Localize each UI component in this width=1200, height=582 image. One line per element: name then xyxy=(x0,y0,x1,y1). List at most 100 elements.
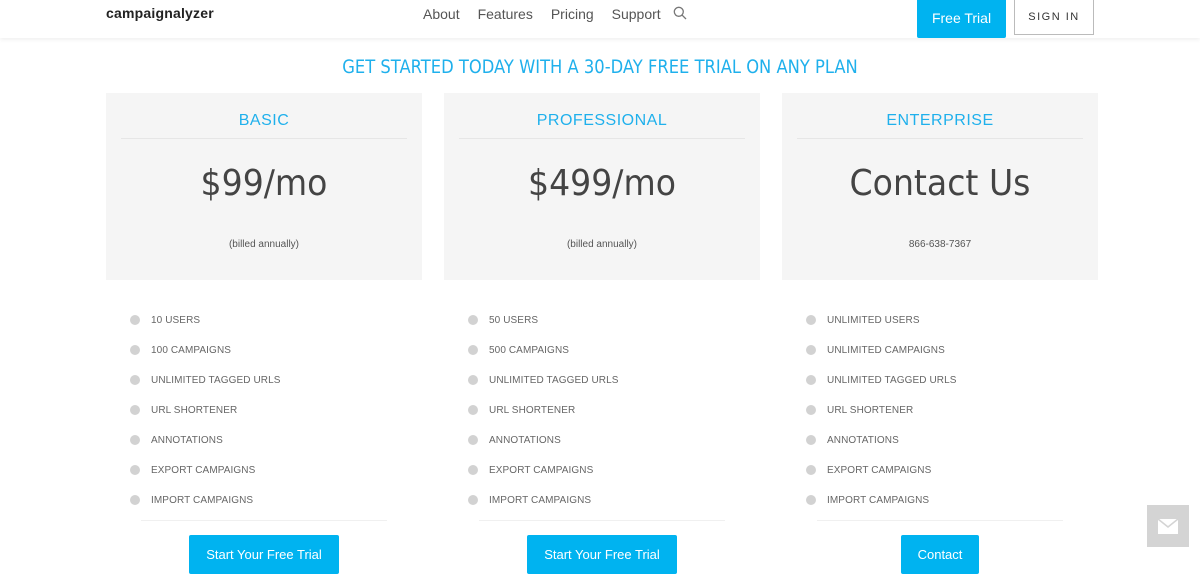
check-icon xyxy=(468,345,478,355)
feature-item: 50 USERS xyxy=(468,305,619,335)
feature-item: UNLIMITED TAGGED URLS xyxy=(806,365,957,395)
nav-support[interactable]: Support xyxy=(612,6,661,22)
feature-item: ANNOTATIONS xyxy=(468,425,619,455)
main-nav: About Features Pricing Support xyxy=(423,6,679,22)
mail-icon xyxy=(1158,518,1178,534)
feature-label: UNLIMITED TAGGED URLS xyxy=(151,374,281,386)
plan-card-professional: PROFESSIONAL $499/mo (billed annually) 5… xyxy=(444,93,760,582)
divider xyxy=(479,520,725,521)
divider xyxy=(797,138,1083,139)
check-icon xyxy=(130,435,140,445)
feature-item: IMPORT CAMPAIGNS xyxy=(468,485,619,515)
nav-features[interactable]: Features xyxy=(478,6,533,22)
plan-card-basic: BASIC $99/mo (billed annually) 10 USERS … xyxy=(106,93,422,582)
feature-label: IMPORT CAMPAIGNS xyxy=(827,494,930,506)
feature-label: UNLIMITED CAMPAIGNS xyxy=(827,344,945,356)
contact-button[interactable]: Contact xyxy=(901,535,979,574)
plan-price: $99/mo xyxy=(200,163,328,204)
contact-phone[interactable]: 866-638-7367 xyxy=(782,239,1098,250)
start-free-trial-button[interactable]: Start Your Free Trial xyxy=(189,535,339,574)
feature-label: URL SHORTENER xyxy=(489,404,576,416)
check-icon xyxy=(806,495,816,505)
check-icon xyxy=(468,315,478,325)
plan-name: ENTERPRISE xyxy=(886,112,994,129)
feature-label: 10 USERS xyxy=(151,314,201,326)
feature-item: EXPORT CAMPAIGNS xyxy=(806,455,957,485)
plan-name: BASIC xyxy=(238,112,290,129)
search-icon[interactable] xyxy=(673,6,687,20)
contact-widget[interactable] xyxy=(1147,505,1189,547)
feature-label: 100 CAMPAIGNS xyxy=(151,344,232,356)
feature-item: 100 CAMPAIGNS xyxy=(130,335,281,365)
check-icon xyxy=(130,495,140,505)
feature-label: 500 CAMPAIGNS xyxy=(489,344,570,356)
feature-label: EXPORT CAMPAIGNS xyxy=(151,464,256,476)
feature-label: 50 USERS xyxy=(489,314,539,326)
free-trial-button[interactable]: Free Trial xyxy=(917,0,1006,38)
feature-item: URL SHORTENER xyxy=(130,395,281,425)
feature-item: URL SHORTENER xyxy=(806,395,957,425)
feature-label: UNLIMITED USERS xyxy=(827,314,920,326)
feature-item: IMPORT CAMPAIGNS xyxy=(806,485,957,515)
feature-label: UNLIMITED TAGGED URLS xyxy=(489,374,619,386)
check-icon xyxy=(130,405,140,415)
start-free-trial-button[interactable]: Start Your Free Trial xyxy=(527,535,677,574)
feature-item: EXPORT CAMPAIGNS xyxy=(468,455,619,485)
check-icon xyxy=(806,315,816,325)
nav-about[interactable]: About xyxy=(423,6,460,22)
feature-item: 10 USERS xyxy=(130,305,281,335)
check-icon xyxy=(806,465,816,475)
feature-item: UNLIMITED USERS xyxy=(806,305,957,335)
check-icon xyxy=(468,465,478,475)
feature-item: UNLIMITED TAGGED URLS xyxy=(468,365,619,395)
sign-in-button[interactable]: SIGN IN xyxy=(1014,0,1094,35)
feature-label: EXPORT CAMPAIGNS xyxy=(489,464,594,476)
check-icon xyxy=(806,435,816,445)
check-icon xyxy=(130,465,140,475)
feature-label: IMPORT CAMPAIGNS xyxy=(151,494,254,506)
check-icon xyxy=(468,435,478,445)
divider xyxy=(459,138,745,139)
check-icon xyxy=(468,405,478,415)
feature-label: URL SHORTENER xyxy=(827,404,914,416)
check-icon xyxy=(468,375,478,385)
feature-item: ANNOTATIONS xyxy=(130,425,281,455)
feature-label: ANNOTATIONS xyxy=(489,434,561,446)
feature-label: URL SHORTENER xyxy=(151,404,238,416)
check-icon xyxy=(130,345,140,355)
check-icon xyxy=(806,345,816,355)
site-header: campaignalyzer About Features Pricing Su… xyxy=(0,0,1200,38)
plan-name: PROFESSIONAL xyxy=(536,112,668,129)
logo[interactable]: campaignalyzer xyxy=(106,5,214,21)
nav-pricing[interactable]: Pricing xyxy=(551,6,594,22)
feature-item: IMPORT CAMPAIGNS xyxy=(130,485,281,515)
check-icon xyxy=(806,375,816,385)
feature-list: UNLIMITED USERS UNLIMITED CAMPAIGNS UNLI… xyxy=(806,305,957,515)
plan-price: $499/mo xyxy=(528,163,676,204)
plan-card-enterprise: ENTERPRISE Contact Us 866-638-7367 UNLIM… xyxy=(782,93,1098,582)
divider xyxy=(141,520,387,521)
feature-item: UNLIMITED TAGGED URLS xyxy=(130,365,281,395)
feature-item: ANNOTATIONS xyxy=(806,425,957,455)
feature-item: URL SHORTENER xyxy=(468,395,619,425)
divider xyxy=(817,520,1063,521)
check-icon xyxy=(130,315,140,325)
check-icon xyxy=(468,495,478,505)
feature-item: EXPORT CAMPAIGNS xyxy=(130,455,281,485)
feature-list: 10 USERS 100 CAMPAIGNS UNLIMITED TAGGED … xyxy=(130,305,281,515)
feature-label: UNLIMITED TAGGED URLS xyxy=(827,374,957,386)
plan-billing-note: (billed annually) xyxy=(228,239,300,250)
feature-list: 50 USERS 500 CAMPAIGNS UNLIMITED TAGGED … xyxy=(468,305,619,515)
plan-price: Contact Us xyxy=(849,163,1031,204)
feature-item: UNLIMITED CAMPAIGNS xyxy=(806,335,957,365)
divider xyxy=(121,138,407,139)
feature-label: EXPORT CAMPAIGNS xyxy=(827,464,932,476)
plan-billing-note: (billed annually) xyxy=(566,239,638,250)
feature-label: IMPORT CAMPAIGNS xyxy=(489,494,592,506)
feature-label: ANNOTATIONS xyxy=(151,434,223,446)
feature-label: ANNOTATIONS xyxy=(827,434,899,446)
check-icon xyxy=(130,375,140,385)
page-headline: GET STARTED TODAY WITH A 30-DAY FREE TRI… xyxy=(342,56,858,78)
check-icon xyxy=(806,405,816,415)
feature-item: 500 CAMPAIGNS xyxy=(468,335,619,365)
